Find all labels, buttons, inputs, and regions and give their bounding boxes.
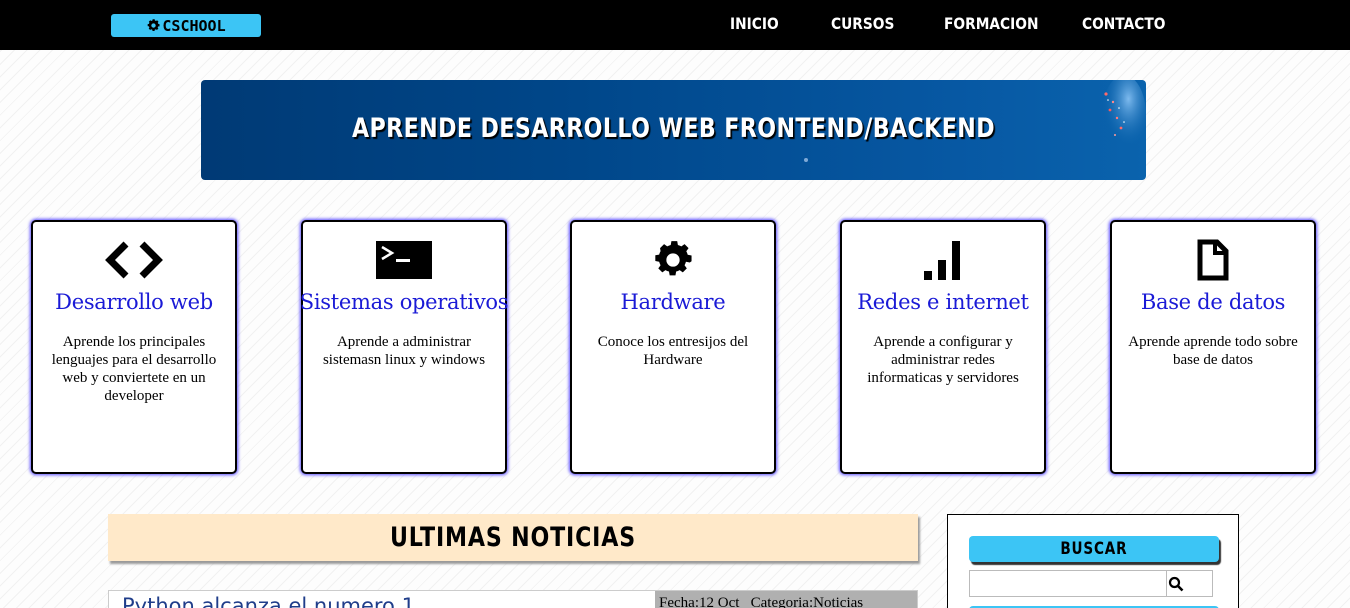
search-input[interactable] <box>969 570 1167 597</box>
gear-icon <box>146 18 161 33</box>
star-decoration <box>804 158 808 162</box>
news-title[interactable]: Python alcanza el numero 1 <box>122 594 415 608</box>
card-title[interactable]: Redes e internet <box>838 290 1048 314</box>
sparkle-decoration <box>1102 80 1146 155</box>
search-submit[interactable] <box>1167 570 1213 597</box>
file-icon <box>1112 238 1314 282</box>
card-text: Conoce los entresijos del Hardware <box>597 334 749 368</box>
search-icon <box>1168 576 1184 591</box>
news-item[interactable]: Python alcanza el numero 1 Fecha:12 Oct … <box>108 590 918 608</box>
card-hardware[interactable]: Hardware Conoce los entresijos del Hardw… <box>570 220 776 474</box>
card-title[interactable]: Base de datos <box>1108 290 1318 314</box>
signal-icon <box>842 238 1044 282</box>
card-base-datos[interactable]: Base de datos Aprende aprende todo sobre… <box>1110 220 1316 474</box>
top-navbar: CSCHOOL INICIO CURSOS FORMACION CONTACTO <box>0 0 1350 50</box>
site-logo[interactable]: CSCHOOL <box>111 14 261 37</box>
code-icon <box>33 238 235 282</box>
logo-text: CSCHOOL <box>162 16 226 35</box>
card-text: Aprende a administrar sistemasn linux y … <box>322 334 486 368</box>
nav-inicio[interactable]: INICIO <box>730 14 779 33</box>
search-button[interactable]: BUSCAR <box>969 536 1219 562</box>
hero-banner: APRENDE DESARROLLO WEB FRONTEND/BACKEND <box>201 80 1146 180</box>
terminal-icon <box>303 238 505 282</box>
banner-title: APRENDE DESARROLLO WEB FRONTEND/BACKEND <box>351 113 996 144</box>
news-meta: Fecha:12 Oct Categoria:Noticias <box>655 591 917 608</box>
nav-cursos[interactable]: CURSOS <box>831 14 894 33</box>
nav-formacion[interactable]: FORMACION <box>944 14 1038 33</box>
search-button-label: BUSCAR <box>1060 539 1128 559</box>
card-title[interactable]: Desarrollo web <box>29 290 239 314</box>
nav-contacto[interactable]: CONTACTO <box>1082 14 1165 33</box>
card-title[interactable]: Sistemas operativos <box>299 290 509 314</box>
card-text: Aprende a configurar y administrar redes… <box>867 334 1019 386</box>
card-desarrollo-web[interactable]: Desarrollo web Aprende los principales l… <box>31 220 237 474</box>
sidebar-search: BUSCAR <box>947 514 1239 608</box>
gear-icon <box>572 238 774 282</box>
card-title[interactable]: Hardware <box>568 290 778 314</box>
news-header: ULTIMAS NOTICIAS <box>108 514 918 561</box>
news-header-title: ULTIMAS NOTICIAS <box>390 522 636 553</box>
card-text: Aprende aprende todo sobre base de datos <box>1128 334 1298 368</box>
card-redes-internet[interactable]: Redes e internet Aprende a configurar y … <box>840 220 1046 474</box>
card-sistemas-operativos[interactable]: Sistemas operativos Aprende a administra… <box>299 220 509 474</box>
card-text: Aprende los principales lenguajes para e… <box>51 334 217 404</box>
